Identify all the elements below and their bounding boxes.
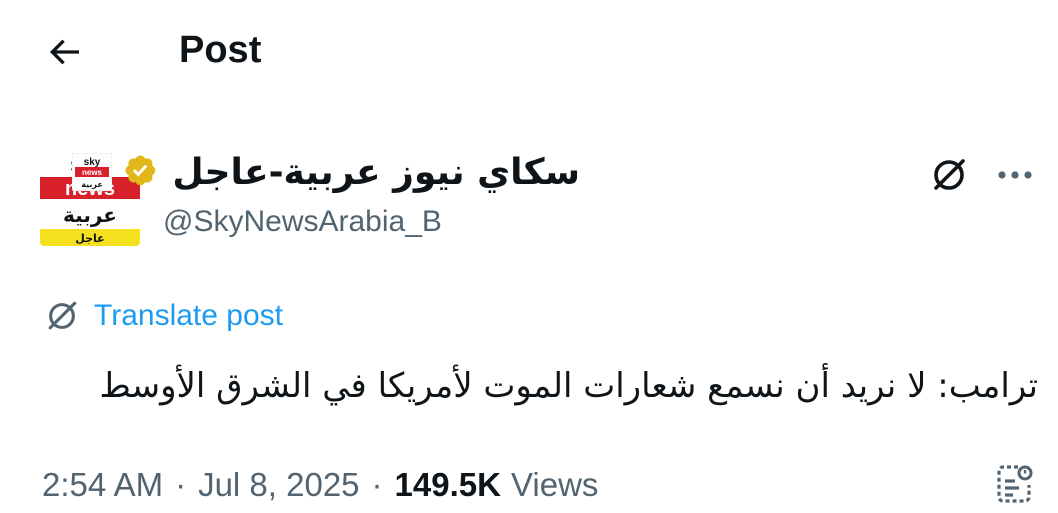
svg-text:عربية: عربية xyxy=(63,203,117,227)
author-display-name[interactable]: سكاي نيوز عربية-عاجل xyxy=(172,152,580,193)
grok-button[interactable] xyxy=(924,150,974,200)
views-label: Views xyxy=(510,466,599,503)
verified-badge[interactable] xyxy=(122,152,162,192)
translate-label: Translate post xyxy=(94,299,283,332)
views-count: 149.5K xyxy=(394,466,501,503)
svg-text:news: news xyxy=(82,168,103,177)
post-analytics-button[interactable] xyxy=(988,458,1040,510)
meta-separator: · xyxy=(175,466,187,503)
verified-gold-icon xyxy=(125,155,156,186)
grok-icon xyxy=(934,159,965,190)
svg-text:عاجل: عاجل xyxy=(75,232,104,245)
post-meta: 2:54 AM · Jul 8, 2025 · 149.5K Views xyxy=(42,462,598,508)
arrow-left-icon xyxy=(49,39,79,65)
post-text: ترامب: لا نريد أن نسمع شعارات الموت لأمر… xyxy=(99,366,1038,406)
translate-icon xyxy=(48,301,77,330)
post-date[interactable]: Jul 8, 2025 xyxy=(198,466,359,504)
more-horizontal-icon xyxy=(998,171,1032,179)
translate-post-button[interactable]: Translate post xyxy=(42,294,283,338)
author-name-row: sky news عربية سكاي نيوز عربية-عاجل xyxy=(71,148,580,196)
more-options-button[interactable] xyxy=(990,150,1040,200)
meta-separator-2: · xyxy=(371,466,383,503)
affiliate-logo-icon: sky news عربية xyxy=(71,152,113,192)
svg-text:عربية: عربية xyxy=(82,180,104,189)
analytics-icon xyxy=(997,465,1033,503)
author-handle[interactable]: @SkyNewsArabia_B xyxy=(163,200,442,244)
post-time[interactable]: 2:54 AM xyxy=(42,466,163,504)
top-bar: Post xyxy=(0,0,1058,100)
svg-text:sky: sky xyxy=(84,157,101,168)
affiliate-badge[interactable]: sky news عربية xyxy=(71,152,113,192)
page-title: Post xyxy=(179,29,262,71)
back-button[interactable] xyxy=(40,28,88,76)
